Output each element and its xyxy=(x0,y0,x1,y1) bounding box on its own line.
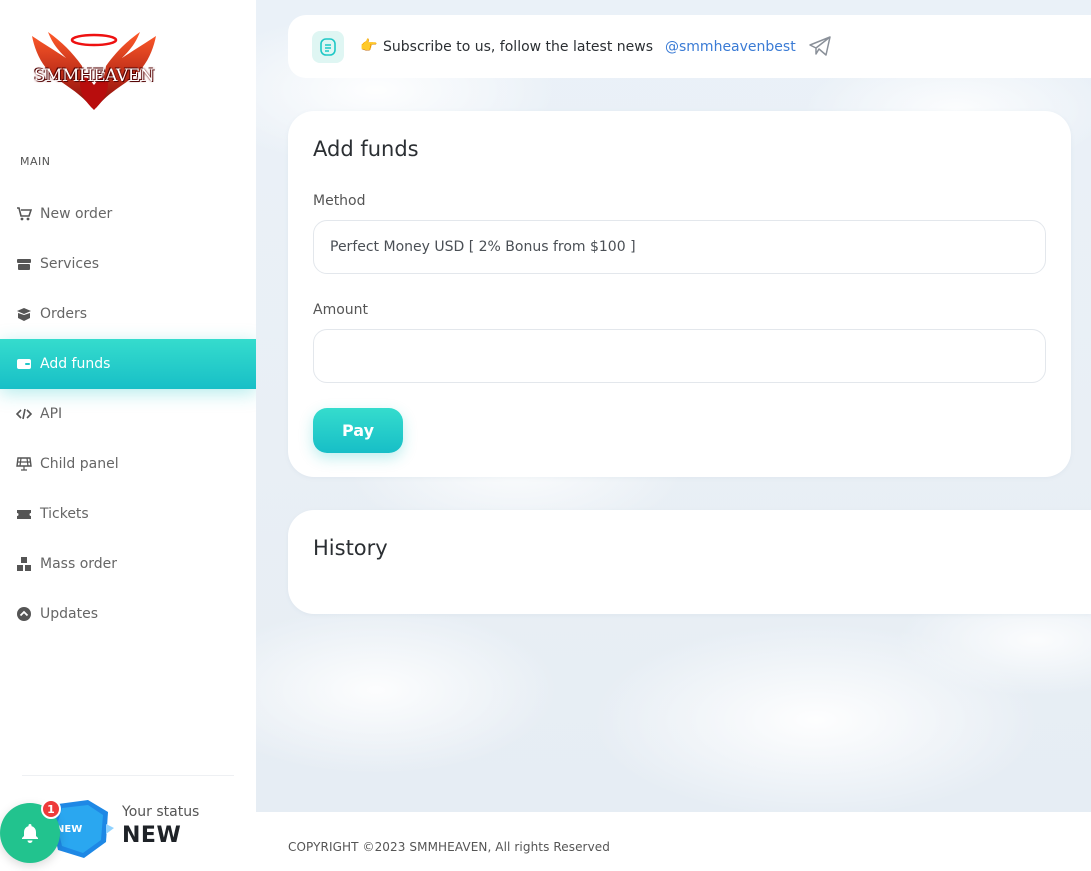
sidebar-item-label: API xyxy=(40,406,63,422)
sidebar-item-label: Updates xyxy=(40,606,98,622)
status-value: NEW xyxy=(122,823,182,848)
solar-panel-icon xyxy=(15,456,32,473)
sidebar-item-api[interactable]: API xyxy=(0,389,256,439)
logo[interactable]: SMMHEAVEN xyxy=(26,28,162,118)
sidebar-item-label: Child panel xyxy=(40,456,119,472)
code-icon xyxy=(15,406,32,423)
news-text: Subscribe to us, follow the latest news xyxy=(383,39,654,55)
box-icon xyxy=(15,306,32,323)
notification-count-badge: 1 xyxy=(41,799,61,819)
history-title: History xyxy=(313,536,388,560)
sidebar-item-child-panel[interactable]: Child panel xyxy=(0,439,256,489)
news-bar: 👉 Subscribe to us, follow the latest new… xyxy=(288,15,1091,78)
sidebar-nav: New order Services Orders Add funds API xyxy=(0,189,256,639)
bell-icon xyxy=(22,824,38,843)
sidebar-item-services[interactable]: Services xyxy=(0,239,256,289)
sidebar-item-new-order[interactable]: New order xyxy=(0,189,256,239)
sidebar-item-label: Tickets xyxy=(40,506,89,522)
amount-input[interactable] xyxy=(313,329,1046,383)
cart-icon xyxy=(15,206,32,223)
sidebar-item-add-funds[interactable]: Add funds xyxy=(0,339,256,389)
logo-text: SMMHEAVEN xyxy=(33,66,155,86)
sidebar-item-label: New order xyxy=(40,206,113,222)
wallet-icon xyxy=(15,356,32,373)
sidebar-divider xyxy=(22,775,234,776)
pay-button[interactable]: Pay xyxy=(313,408,403,453)
telegram-icon[interactable] xyxy=(808,35,832,57)
history-card: History xyxy=(288,510,1091,614)
sidebar-item-label: Add funds xyxy=(40,356,111,372)
sidebar-item-orders[interactable]: Orders xyxy=(0,289,256,339)
sidebar-item-label: Orders xyxy=(40,306,88,322)
sidebar-item-label: Services xyxy=(40,256,100,272)
sidebar-item-tickets[interactable]: Tickets xyxy=(0,489,256,539)
store-icon xyxy=(15,256,32,273)
telegram-channel-link[interactable]: @smmheavenbest xyxy=(665,39,796,55)
amount-label: Amount xyxy=(313,302,369,318)
news-icon xyxy=(312,31,344,63)
sidebar-item-label: Mass order xyxy=(40,556,118,572)
ticket-icon xyxy=(15,506,32,523)
sidebar: SMMHEAVEN MAIN New order Services Orders xyxy=(0,0,256,871)
add-funds-card: Add funds Method Perfect Money USD [ 2% … xyxy=(288,111,1071,477)
pointing-hand-icon: 👉 xyxy=(360,38,378,54)
chevron-up-circle-icon xyxy=(15,606,32,623)
add-funds-title: Add funds xyxy=(313,137,419,161)
section-title-main: MAIN xyxy=(20,155,51,168)
copyright-text: COPYRIGHT ©2023 SMMHEAVEN, All rights Re… xyxy=(288,840,610,854)
boxes-icon xyxy=(15,556,32,573)
sidebar-item-updates[interactable]: Updates xyxy=(0,589,256,639)
sidebar-item-mass-order[interactable]: Mass order xyxy=(0,539,256,589)
status-label: Your status xyxy=(122,804,200,820)
method-select[interactable]: Perfect Money USD [ 2% Bonus from $100 ] xyxy=(313,220,1046,274)
method-label: Method xyxy=(313,193,366,209)
